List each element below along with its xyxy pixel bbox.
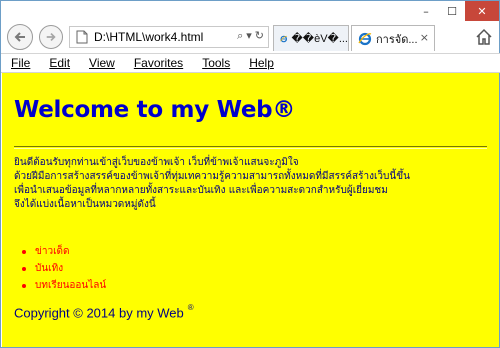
menu-bar: File Edit View Favorites Tools Help [1,53,500,73]
paragraph-line: เพื่อนำเสนอข้อมูลที่หลากหลายทั้งสาระและบ… [14,185,388,196]
title-bar: – ☐ ✕ [1,1,500,21]
address-bar[interactable]: D:\HTML\work4.html ⌕ ▾ ↻ [69,26,269,48]
menu-help[interactable]: Help [249,56,274,70]
tab-1[interactable]: ��èV�... [273,25,349,51]
category-item: บันเทิง [22,260,106,277]
menu-edit[interactable]: Edit [49,56,70,70]
menu-file[interactable]: File [11,56,30,70]
navigation-bar: D:\HTML\work4.html ⌕ ▾ ↻ ��èV�... การจัด… [1,21,500,53]
category-item: บทเรียนออนไลน์ [22,277,106,294]
tab-2-label: การจัด... [376,33,418,46]
page-icon [74,29,90,45]
search-icon[interactable]: ⌕ [237,29,243,43]
page-content: Welcome to my Web® ยินดีต้อนรับทุกท่านเข… [2,73,499,347]
welcome-paragraph: ยินดีต้อนรับทุกท่านเข้าสู่เว็บของข้าพเจ้… [14,156,492,212]
horizontal-rule [14,146,487,149]
menu-view[interactable]: View [89,56,115,70]
paragraph-line: ยินดีต้อนรับทุกท่านเข้าสู่เว็บของข้าพเจ้… [14,157,299,168]
address-text: D:\HTML\work4.html [94,30,204,44]
dropdown-icon[interactable]: ▾ [246,29,252,43]
ie-icon [358,32,372,45]
maximize-button[interactable]: ☐ [439,1,465,21]
back-button[interactable] [7,24,33,50]
category-item: ข่าวเด็ด [22,243,106,260]
minimize-button[interactable]: – [413,1,439,21]
forward-button[interactable] [39,25,63,49]
paragraph-line: จึงได้แบ่งเนื้อหาเป็นหมวดหมู่ดังนี้ [14,199,156,210]
page-heading: Welcome to my Web® [14,97,296,123]
paragraph-line: ด้วยฝีมือการสร้างสรรค์ของข้าพเจ้าที่ทุ่ม… [14,171,410,182]
tab-2[interactable]: การจัด... × [351,25,435,51]
category-list: ข่าวเด็ด บันเทิง บทเรียนออนไลน์ [22,243,106,294]
registered-mark: ® [187,303,194,312]
refresh-icon[interactable]: ↻ [255,29,264,43]
forward-arrow-icon [46,32,56,42]
menu-tools[interactable]: Tools [202,56,230,70]
home-icon[interactable] [475,28,493,46]
menu-favorites[interactable]: Favorites [134,56,183,70]
tab-1-label: ��èV�... [291,33,348,45]
address-actions: ⌕ ▾ ↻ [237,29,264,43]
close-tab-icon[interactable]: × [420,31,429,44]
ie-icon [280,35,288,42]
copyright-text: Copyright © 2014 by my Web [14,305,184,321]
close-button[interactable]: ✕ [465,1,499,21]
back-arrow-icon [14,32,25,42]
browser-window: – ☐ ✕ D:\HTML\work4.html ⌕ ▾ ↻ ��èV�... … [0,0,500,348]
copyright-footer: Copyright © 2014 by my Web ® [14,303,194,321]
